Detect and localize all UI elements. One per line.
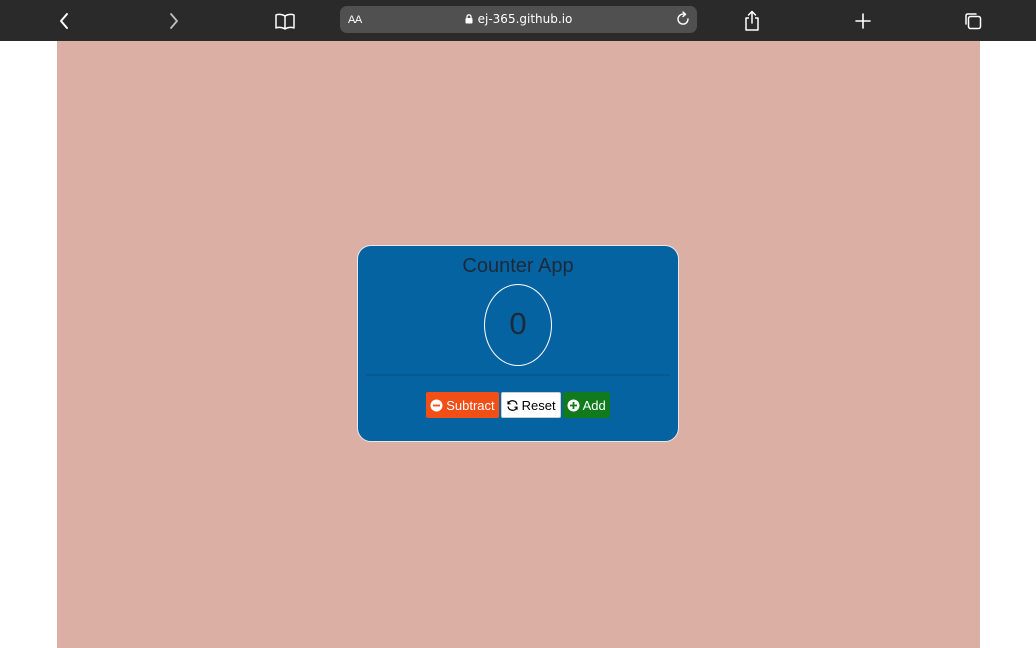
subtract-label: Subtract bbox=[446, 397, 495, 413]
refresh-icon bbox=[507, 399, 518, 411]
add-label: Add bbox=[582, 397, 606, 413]
back-icon bbox=[60, 12, 68, 29]
reload-button[interactable] bbox=[675, 11, 691, 32]
forward-icon bbox=[170, 12, 178, 29]
count-display: 0 bbox=[484, 284, 552, 366]
count-value: 0 bbox=[509, 306, 527, 341]
counter-card: Counter App 0 Subtract Reset Add bbox=[357, 245, 679, 442]
minus-circle-icon bbox=[430, 399, 443, 411]
app-title: Counter App bbox=[462, 255, 574, 277]
page-background: Counter App 0 Subtract Reset Add bbox=[57, 41, 980, 648]
tabs-icon bbox=[965, 12, 982, 29]
lock-icon bbox=[465, 14, 473, 24]
divider bbox=[366, 374, 670, 376]
share-icon bbox=[745, 10, 759, 31]
button-row: Subtract Reset Add bbox=[358, 392, 678, 418]
tabs-button[interactable] bbox=[961, 0, 985, 41]
plus-circle-icon bbox=[567, 399, 580, 411]
reload-icon bbox=[677, 11, 689, 25]
bookmarks-button[interactable] bbox=[273, 0, 297, 41]
subtract-button[interactable]: Subtract bbox=[426, 392, 499, 418]
browser-toolbar: AA ej-365.github.io bbox=[0, 0, 1036, 41]
share-button[interactable] bbox=[740, 0, 764, 41]
bookmarks-icon bbox=[275, 13, 295, 30]
url-display[interactable]: ej-365.github.io bbox=[340, 12, 697, 26]
reset-label: Reset bbox=[521, 397, 556, 413]
address-bar[interactable]: AA ej-365.github.io bbox=[340, 6, 697, 33]
reset-button[interactable]: Reset bbox=[500, 392, 561, 418]
forward-button[interactable] bbox=[162, 0, 186, 41]
add-button[interactable]: Add bbox=[562, 392, 610, 418]
back-button[interactable] bbox=[52, 0, 76, 41]
new-tab-button[interactable] bbox=[851, 0, 875, 41]
new-tab-icon bbox=[855, 12, 871, 29]
url-text: ej-365.github.io bbox=[477, 12, 573, 26]
